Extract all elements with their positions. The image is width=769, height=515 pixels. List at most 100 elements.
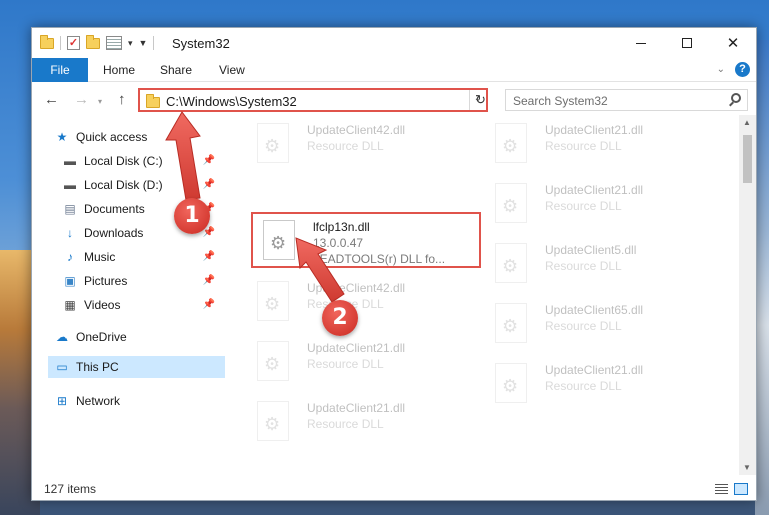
refresh-button[interactable]: ↻ — [469, 90, 491, 110]
title-bar: ✓ ▾ ▼ System32 ✕ — [32, 28, 756, 58]
back-arrow-icon[interactable]: ← — [44, 91, 59, 108]
properties-list-icon[interactable] — [106, 36, 122, 50]
ribbon: File Home Share View ⌄ ? — [32, 58, 756, 82]
file-tile[interactable]: UpdateClient21.dll Resource DLL — [485, 177, 715, 233]
scroll-down-icon[interactable]: ▼ — [743, 463, 751, 472]
file-tile[interactable]: UpdateClient65.dll Resource DLL — [485, 297, 715, 353]
network-icon: ⊞ — [56, 394, 68, 408]
refresh-icon: ↻ — [475, 92, 486, 107]
sidebar-item-label: This PC — [76, 360, 119, 374]
sidebar-item-network[interactable]: ⊞ Network — [54, 390, 225, 412]
pin-icon[interactable]: 📌 — [203, 179, 215, 190]
minimize-icon — [636, 42, 646, 44]
ribbon-right-controls: ⌄ ? — [717, 62, 750, 77]
sidebar-item-videos[interactable]: ▦ Videos 📌 — [62, 294, 225, 316]
drive-icon: ▬ — [64, 178, 76, 192]
recent-locations-icon[interactable]: ▾ — [98, 97, 102, 106]
sidebar-item-this-pc[interactable]: ▭ This PC — [48, 356, 225, 378]
tab-home[interactable]: Home — [91, 58, 147, 82]
file-tile[interactable]: UpdateClient5.dll Resource DLL — [485, 237, 715, 293]
file-name: UpdateClient42.dll — [307, 281, 406, 295]
file-type: Resource DLL — [307, 139, 384, 153]
sidebar-item-local-disk-c[interactable]: ▬ Local Disk (C:) 📌 — [62, 150, 225, 172]
sidebar-item-music[interactable]: ♪ Music 📌 — [62, 246, 225, 268]
details-view-icon[interactable] — [715, 484, 728, 495]
dll-file-icon — [495, 123, 527, 163]
tab-share[interactable]: Share — [148, 58, 204, 82]
document-icon: ▤ — [64, 202, 76, 216]
file-tile[interactable]: UpdateClient21.dll Resource DLL — [485, 357, 715, 413]
expand-ribbon-icon[interactable]: ⌄ — [717, 64, 725, 75]
customize-toolbar-icon[interactable]: ▼ — [139, 38, 148, 48]
sidebar-item-label: Local Disk (C:) — [84, 154, 163, 168]
minimize-button[interactable] — [618, 28, 664, 58]
file-version: 13.0.0.47 — [313, 236, 364, 250]
address-path[interactable]: C:\Windows\System32 — [166, 94, 297, 109]
dll-file-icon — [257, 341, 289, 381]
folder-icon — [146, 94, 160, 108]
tiles-view-icon[interactable] — [734, 483, 748, 495]
properties-check-icon[interactable]: ✓ — [67, 36, 80, 50]
up-arrow-icon[interactable]: ↑ — [118, 91, 126, 108]
pin-icon[interactable]: 📌 — [203, 299, 215, 310]
close-button[interactable]: ✕ — [710, 28, 756, 58]
file-tile[interactable]: UpdateClient42.dll Resource DLL — [247, 117, 477, 173]
file-explorer-window: ✓ ▾ ▼ System32 ✕ File Home Share View ⌄ … — [31, 27, 757, 501]
sidebar-item-label: Quick access — [76, 130, 148, 144]
sidebar-item-pictures[interactable]: ▣ Pictures 📌 — [62, 270, 225, 292]
file-name: lfclp13n.dll — [313, 220, 370, 234]
search-input[interactable]: Search System32 — [505, 89, 748, 111]
sidebar-item-quick-access[interactable]: ★ Quick access — [54, 126, 225, 148]
quick-access-toolbar: ✓ ▾ ▼ — [40, 34, 155, 52]
maximize-button[interactable] — [664, 28, 710, 58]
file-description: LEADTOOLS(r) DLL fo... — [313, 252, 446, 266]
file-list: UpdateClient42.dll Resource DLL lfclp13n… — [237, 115, 742, 475]
file-tile[interactable]: UpdateClient21.dll Resource DLL — [485, 117, 715, 173]
download-icon: ↓ — [67, 226, 73, 240]
file-type: Resource DLL — [545, 379, 622, 393]
star-icon: ★ — [56, 130, 68, 144]
music-icon: ♪ — [67, 250, 73, 264]
file-type: Resource DLL — [545, 259, 622, 273]
sidebar-item-local-disk-d[interactable]: ▬ Local Disk (D:) 📌 — [62, 174, 225, 196]
sidebar-item-label: Pictures — [84, 274, 128, 288]
help-icon[interactable]: ? — [735, 62, 750, 77]
dll-file-icon — [257, 281, 289, 321]
forward-arrow-icon[interactable]: → — [74, 91, 89, 108]
step-two-badge: 2 — [322, 300, 358, 336]
tab-file[interactable]: File — [32, 58, 88, 82]
scroll-up-icon[interactable]: ▲ — [743, 118, 751, 127]
dll-file-icon — [257, 123, 289, 163]
new-folder-icon[interactable] — [86, 34, 100, 49]
file-tile[interactable]: UpdateClient21.dll Resource DLL — [247, 335, 477, 391]
vertical-scrollbar[interactable]: ▲ ▼ — [739, 115, 756, 475]
pictures-icon: ▣ — [64, 274, 76, 288]
chevron-down-icon[interactable]: ▾ — [128, 38, 133, 49]
address-bar[interactable]: C:\Windows\System32 ⌄ — [138, 88, 488, 112]
search-icon[interactable] — [731, 93, 741, 103]
sidebar-item-onedrive[interactable]: ☁ OneDrive — [54, 326, 225, 348]
folder-icon[interactable] — [40, 34, 54, 49]
dll-file-icon — [257, 401, 289, 441]
pin-icon[interactable]: 📌 — [203, 251, 215, 262]
dll-file-icon — [495, 183, 527, 223]
sidebar-item-label: Music — [84, 250, 116, 264]
file-name: UpdateClient65.dll — [545, 303, 644, 317]
tab-view[interactable]: View — [207, 58, 257, 82]
toolbar-divider — [153, 36, 155, 50]
status-bar: 127 items — [32, 477, 756, 501]
file-tile[interactable]: UpdateClient21.dll Resource DLL — [247, 395, 477, 451]
file-name: UpdateClient21.dll — [545, 183, 644, 197]
close-icon: ✕ — [726, 35, 740, 52]
navigation-pane: ★ Quick access ▬ Local Disk (C:) 📌 ▬ Loc… — [32, 123, 228, 473]
file-tile-highlighted[interactable]: lfclp13n.dll 13.0.0.47 LEADTOOLS(r) DLL … — [251, 212, 481, 268]
file-tile[interactable]: UpdateClient42.dll Resource DLL — [247, 275, 477, 331]
file-name: UpdateClient42.dll — [307, 123, 406, 137]
scrollbar-thumb[interactable] — [743, 135, 752, 183]
pin-icon[interactable]: 📌 — [203, 275, 215, 286]
file-name: UpdateClient21.dll — [307, 341, 406, 355]
dll-file-icon — [495, 303, 527, 343]
dll-file-icon — [263, 220, 295, 260]
pin-icon[interactable]: 📌 — [203, 155, 215, 166]
file-type: Resource DLL — [307, 417, 384, 431]
